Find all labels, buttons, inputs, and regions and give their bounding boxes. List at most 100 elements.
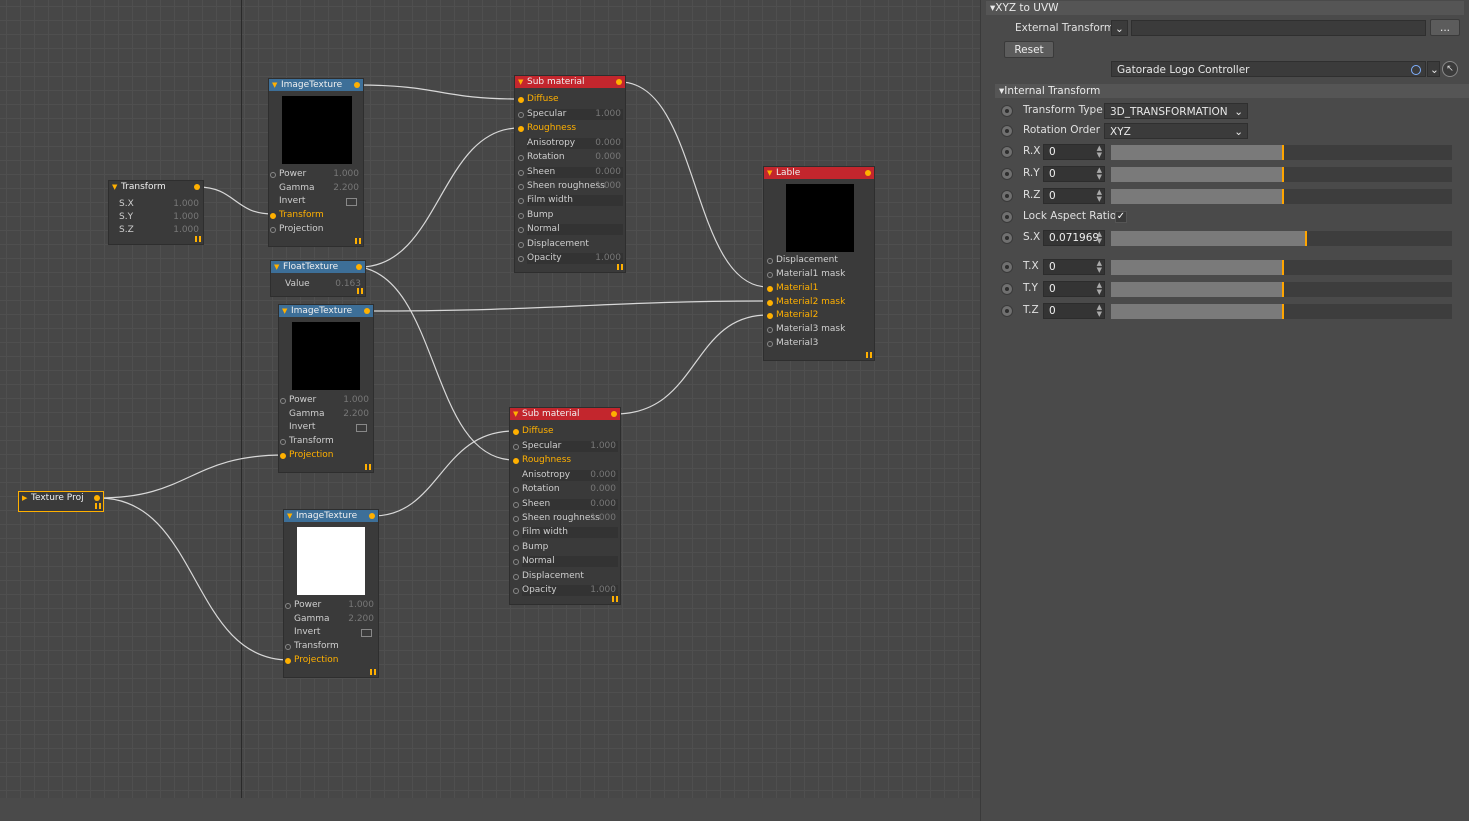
spinner-arrows-icon[interactable]: ▲ ▼: [1097, 189, 1102, 203]
param-row[interactable]: Material3 mask: [766, 323, 874, 336]
animate-radio[interactable]: [1001, 105, 1013, 117]
rz-input[interactable]: 0 ▲ ▼: [1043, 188, 1105, 204]
external-transform-dropdown[interactable]: ⌄: [1111, 20, 1128, 36]
resize-grip-icon[interactable]: [195, 236, 201, 242]
collapse-triangle-icon[interactable]: ▼: [287, 510, 292, 522]
slider-handle[interactable]: [1281, 304, 1284, 319]
input-socket[interactable]: [270, 172, 276, 178]
animate-radio[interactable]: [1001, 146, 1013, 158]
input-socket[interactable]: [518, 184, 524, 190]
ry-slider[interactable]: [1111, 167, 1452, 182]
node-header[interactable]: ▼ Lable: [764, 167, 874, 179]
param-row[interactable]: Power 1.000: [269, 168, 363, 181]
param-row[interactable]: Displacement: [512, 570, 620, 583]
param-row[interactable]: Roughness: [517, 122, 625, 135]
param-row[interactable]: S.X 1.000: [109, 198, 203, 211]
param-row[interactable]: Normal: [512, 555, 620, 568]
sx-input[interactable]: 0.071969 ▲ ▼: [1043, 230, 1105, 246]
lock-aspect-checkbox[interactable]: ✓: [1115, 211, 1127, 223]
param-row[interactable]: Invert: [269, 195, 363, 208]
sx-slider[interactable]: [1111, 231, 1452, 246]
animate-radio[interactable]: [1001, 232, 1013, 244]
reset-button[interactable]: Reset: [1004, 41, 1054, 58]
invert-checkbox[interactable]: [361, 629, 372, 637]
param-row[interactable]: Material2 mask: [766, 296, 874, 309]
tx-input[interactable]: 0 ▲ ▼: [1043, 259, 1105, 275]
resize-grip-icon[interactable]: [612, 596, 618, 602]
animate-radio[interactable]: [1001, 283, 1013, 295]
param-row[interactable]: Material2: [766, 309, 874, 322]
param-row[interactable]: Sheen 0.000: [512, 498, 620, 511]
input-socket[interactable]: [513, 530, 519, 536]
input-socket[interactable]: [513, 487, 519, 493]
input-socket[interactable]: [767, 327, 773, 333]
animate-radio[interactable]: [1001, 211, 1013, 223]
input-socket[interactable]: [518, 170, 524, 176]
slider-handle[interactable]: [1305, 231, 1308, 246]
param-row[interactable]: Invert: [279, 421, 373, 434]
spinner-arrows-icon[interactable]: ▲ ▼: [1097, 167, 1102, 181]
slider-handle[interactable]: [1281, 167, 1284, 182]
animate-radio[interactable]: [1001, 190, 1013, 202]
input-socket[interactable]: [518, 112, 524, 118]
node-header[interactable]: ▼ Sub material: [515, 76, 625, 88]
slider-handle[interactable]: [1281, 189, 1284, 204]
resize-grip-icon[interactable]: [365, 464, 371, 470]
node-texture-proj[interactable]: ▶ Texture Proj: [18, 491, 104, 512]
param-row[interactable]: Transform: [284, 640, 378, 653]
param-row[interactable]: Transform: [269, 209, 363, 222]
param-row[interactable]: S.Y 1.000: [109, 211, 203, 224]
node-lable[interactable]: ▼ Lable Displacement Material1 mask Mater…: [763, 166, 875, 361]
param-row[interactable]: S.Z 1.000: [109, 224, 203, 237]
ry-input[interactable]: 0 ▲ ▼: [1043, 166, 1105, 182]
param-row[interactable]: Gamma 2.200: [279, 408, 373, 421]
input-socket[interactable]: [285, 644, 291, 650]
param-row[interactable]: Film width: [517, 194, 625, 207]
input-socket[interactable]: [518, 213, 524, 219]
param-row[interactable]: Rotation 0.000: [517, 151, 625, 164]
node-header[interactable]: ▼ Transform: [109, 181, 203, 193]
section-xyz-to-uvw[interactable]: ▾XYZ to UVW: [986, 1, 1464, 15]
output-socket[interactable]: [94, 495, 100, 501]
param-row[interactable]: Anisotropy 0.000: [512, 469, 620, 482]
input-socket[interactable]: [518, 198, 524, 204]
animate-radio[interactable]: [1001, 168, 1013, 180]
param-row[interactable]: Anisotropy 0.000: [517, 137, 625, 150]
spinner-arrows-icon[interactable]: ▲ ▼: [1097, 260, 1102, 274]
rz-slider[interactable]: [1111, 189, 1452, 204]
input-socket[interactable]: [270, 227, 276, 233]
spinner-arrows-icon[interactable]: ▲ ▼: [1097, 282, 1102, 296]
resize-grip-icon[interactable]: [617, 264, 623, 270]
invert-checkbox[interactable]: [346, 198, 357, 206]
node-imagetexture-1[interactable]: ▼ ImageTexture Power 1.000 Gamma 2.200 Inve…: [268, 78, 364, 247]
input-socket[interactable]: [518, 97, 524, 103]
node-header[interactable]: ▼ ImageTexture: [284, 510, 378, 522]
spinner-arrows-icon[interactable]: ▲ ▼: [1097, 231, 1102, 245]
input-socket[interactable]: [513, 502, 519, 508]
rotation-order-dropdown[interactable]: XYZ ⌄: [1104, 123, 1248, 139]
resize-grip-icon[interactable]: [355, 238, 361, 244]
node-sub-material-2[interactable]: ▼ Sub material Diffuse Specular 1.000 Roug…: [509, 407, 621, 605]
resize-grip-icon[interactable]: [866, 352, 872, 358]
input-socket[interactable]: [518, 227, 524, 233]
ty-input[interactable]: 0 ▲ ▼: [1043, 281, 1105, 297]
param-row[interactable]: Projection: [284, 654, 378, 667]
input-socket[interactable]: [767, 300, 773, 306]
param-row[interactable]: Projection: [269, 223, 363, 236]
collapse-triangle-icon[interactable]: ▼: [282, 305, 287, 317]
node-imagetexture-2[interactable]: ▼ ImageTexture Power 1.000 Gamma 2.200 Inve…: [278, 304, 374, 473]
input-socket[interactable]: [280, 439, 286, 445]
slider-handle[interactable]: [1281, 260, 1284, 275]
param-row[interactable]: Rotation 0.000: [512, 483, 620, 496]
node-editor-canvas[interactable]: ▼ Transform S.X 1.000 S.Y 1.000 S.Z 1.000 ▼ I…: [0, 0, 980, 821]
param-row[interactable]: Power 1.000: [279, 394, 373, 407]
collapse-triangle-icon[interactable]: ▼: [513, 408, 518, 420]
param-row[interactable]: Material3: [766, 337, 874, 350]
input-socket[interactable]: [767, 258, 773, 264]
input-socket[interactable]: [513, 574, 519, 580]
input-socket[interactable]: [767, 286, 773, 292]
output-socket[interactable]: [611, 411, 617, 417]
param-row[interactable]: Projection: [279, 449, 373, 462]
collapse-triangle-icon[interactable]: ▼: [274, 261, 279, 273]
param-row[interactable]: Material1: [766, 282, 874, 295]
